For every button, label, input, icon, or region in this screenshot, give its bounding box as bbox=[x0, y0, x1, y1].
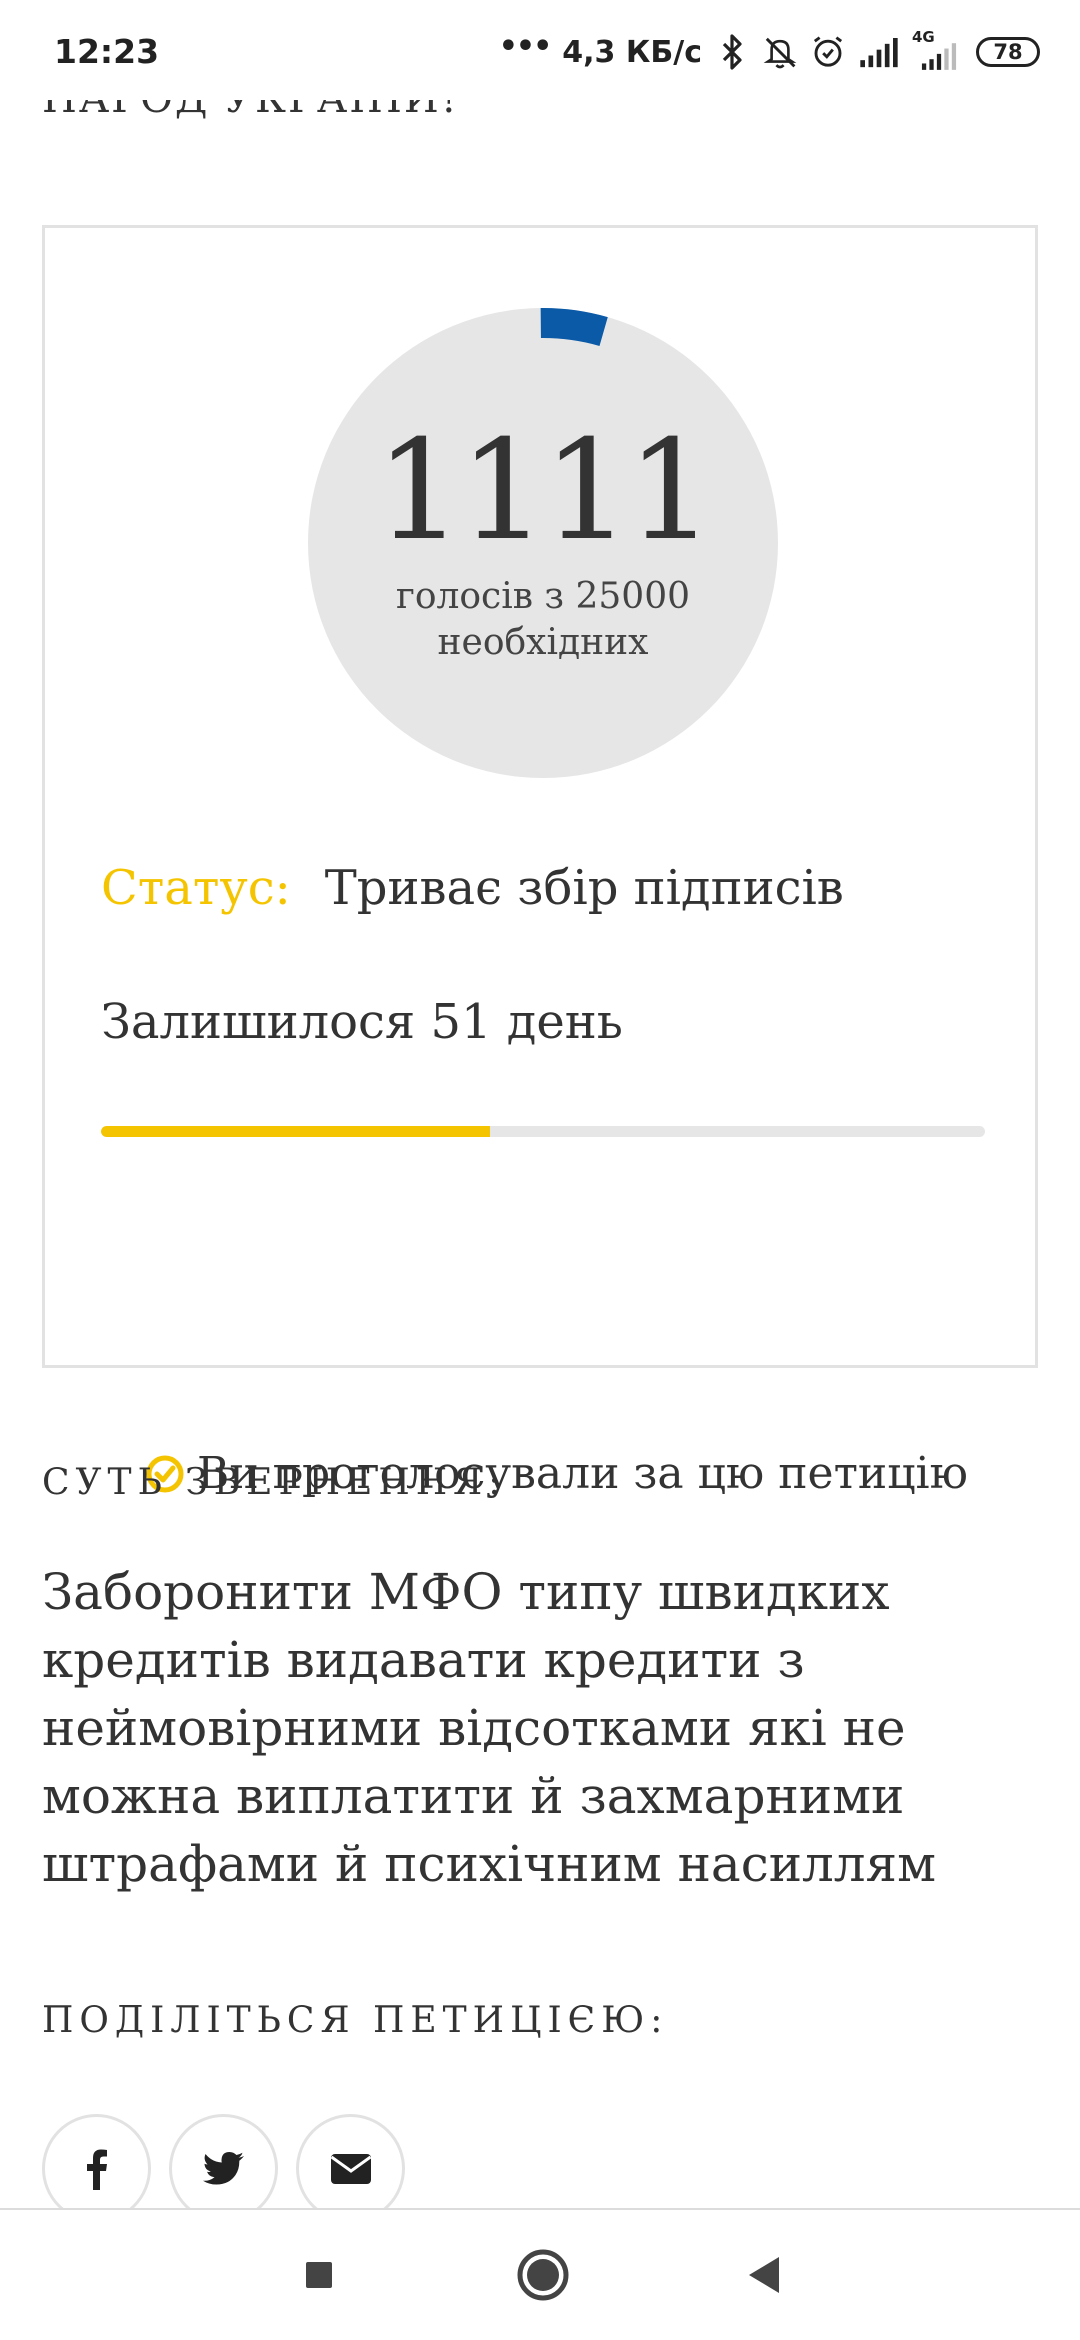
status-value: Триває збір підписів bbox=[324, 860, 844, 916]
bluetooth-icon bbox=[722, 34, 742, 70]
home-button[interactable] bbox=[508, 2240, 578, 2310]
votes-caption-line2: необхідних bbox=[437, 622, 649, 663]
navigation-bar bbox=[0, 2208, 1080, 2340]
recent-apps-button[interactable] bbox=[284, 2240, 354, 2310]
summary-text: Заборонити МФО типу швидких кредитів вид… bbox=[42, 1563, 936, 1893]
votes-count: 1111 bbox=[375, 410, 714, 571]
days-left: Залишилося 51 день bbox=[101, 994, 623, 1050]
facebook-icon bbox=[86, 2149, 107, 2190]
votes-caption: голосів з 25000 необхідних bbox=[378, 574, 708, 666]
share-label: ПОДІЛІТЬСЯ ПЕТИЦІЄЮ: bbox=[42, 2000, 669, 2041]
network-speed: 4,3 КБ/с bbox=[562, 34, 702, 70]
share-facebook-button[interactable] bbox=[42, 2114, 151, 2223]
back-icon bbox=[749, 2257, 779, 2293]
deadline-progress-bar bbox=[101, 1126, 985, 1137]
deadline-progress-fill bbox=[101, 1126, 490, 1137]
share-twitter-button[interactable] bbox=[169, 2114, 278, 2223]
share-email-button[interactable] bbox=[296, 2114, 405, 2223]
signal-4g-icon: 4G bbox=[912, 28, 960, 72]
vote-card: 1111 голосів з 25000 необхідних Статус: Т… bbox=[42, 225, 1038, 1499]
status-icons: ••• 4,3 КБ/с 4G 78 bbox=[498, 28, 1040, 74]
votes-counter: 1111 голосів з 25000 необхідних bbox=[308, 308, 778, 778]
twitter-icon bbox=[202, 2151, 244, 2184]
email-icon bbox=[330, 2153, 371, 2184]
signal-icon bbox=[860, 38, 898, 68]
share-buttons bbox=[42, 2114, 405, 2223]
alarm-icon bbox=[813, 36, 843, 67]
petition-status: Статус: Триває збір підписів bbox=[101, 860, 844, 916]
notification-dots: ••• bbox=[498, 28, 553, 64]
muted-bell-icon bbox=[763, 37, 797, 69]
battery-icon: 78 bbox=[976, 37, 1040, 67]
votes-caption-line1: голосів з 25000 bbox=[395, 576, 691, 617]
screen: 12:23 ••• 4,3 КБ/с 4G 78 1111 голосів з … bbox=[0, 0, 1080, 2340]
home-icon bbox=[517, 2249, 569, 2301]
status-time: 12:23 bbox=[54, 32, 160, 71]
status-bar: 12:23 ••• 4,3 КБ/с 4G 78 bbox=[0, 0, 1080, 100]
status-label: Статус: bbox=[101, 860, 291, 916]
signal-bars-secondary-icon bbox=[921, 43, 957, 70]
summary-label: СУТЬ ЗВЕРНЕННЯ: bbox=[42, 1462, 507, 1503]
recent-apps-icon bbox=[306, 2262, 332, 2288]
back-button[interactable] bbox=[730, 2240, 800, 2310]
